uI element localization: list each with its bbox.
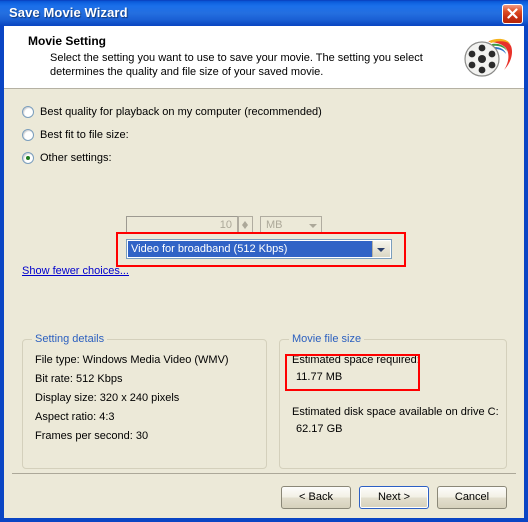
estimated-space-required-label: Estimated space required:: [292, 354, 420, 366]
radio-best-quality[interactable]: Best quality for playback on my computer…: [22, 104, 322, 120]
setting-details-legend: Setting details: [32, 333, 108, 345]
radio-best-fit-label: Best fit to file size:: [40, 129, 129, 141]
chevron-down-icon: [309, 224, 317, 228]
chevron-down-icon[interactable]: [372, 241, 390, 257]
estimated-disk-available-label: Estimated disk space available on drive …: [292, 406, 499, 418]
estimated-space-required-value: 11.77 MB: [296, 371, 343, 383]
file-size-unit-value: MB: [266, 219, 283, 231]
radio-best-fit[interactable]: Best fit to file size:: [22, 127, 129, 143]
setting-details-line-1: File type: Windows Media Video (WMV): [35, 354, 229, 366]
movie-file-size-legend: Movie file size: [289, 333, 365, 345]
setting-details-line-4: Aspect ratio: 4:3: [35, 411, 115, 423]
footer-divider: [12, 473, 516, 474]
setting-details-line-3: Display size: 320 x 240 pixels: [35, 392, 180, 404]
file-size-value: 10: [219, 219, 232, 231]
window-title: Save Movie Wizard: [9, 5, 128, 20]
file-size-stepper: [238, 216, 253, 234]
wizard-body: Best quality for playback on my computer…: [4, 89, 524, 518]
estimated-disk-available-value: 62.17 GB: [296, 423, 343, 435]
movie-reel-icon: [458, 30, 516, 84]
radio-other-settings-indicator[interactable]: [22, 152, 34, 164]
radio-best-quality-indicator[interactable]: [22, 106, 34, 118]
title-bar: Save Movie Wizard: [0, 0, 528, 26]
page-title: Movie Setting: [28, 34, 107, 48]
setting-details-line-5: Frames per second: 30: [35, 430, 149, 442]
setting-details-group: Setting details File type: Windows Media…: [22, 333, 267, 469]
file-size-input: 10: [126, 216, 238, 234]
radio-other-settings[interactable]: Other settings:: [22, 150, 112, 166]
profile-select[interactable]: Video for broadband (512 Kbps): [126, 239, 392, 259]
radio-best-quality-label: Best quality for playback on my computer…: [40, 106, 322, 118]
radio-best-fit-indicator[interactable]: [22, 129, 34, 141]
back-button[interactable]: < Back: [281, 486, 351, 509]
profile-select-value: Video for broadband (512 Kbps): [128, 241, 372, 257]
page-description: Select the setting you want to use to sa…: [50, 52, 423, 78]
setting-details-line-2: Bit rate: 512 Kbps: [35, 373, 123, 385]
save-movie-wizard-window: Save Movie Wizard Movie Setting Select t…: [0, 0, 528, 522]
radio-other-settings-label: Other settings:: [40, 152, 112, 164]
wizard-header: Movie Setting Select the setting you wan…: [4, 26, 524, 89]
movie-file-size-group: Movie file size Estimated space required…: [279, 333, 507, 469]
next-button[interactable]: Next >: [359, 486, 429, 509]
show-fewer-choices-link[interactable]: Show fewer choices...: [22, 265, 129, 277]
close-icon[interactable]: [502, 4, 523, 24]
file-size-unit-select: MB: [260, 216, 322, 234]
cancel-button[interactable]: Cancel: [437, 486, 507, 509]
stepper-down-icon: [242, 225, 248, 229]
